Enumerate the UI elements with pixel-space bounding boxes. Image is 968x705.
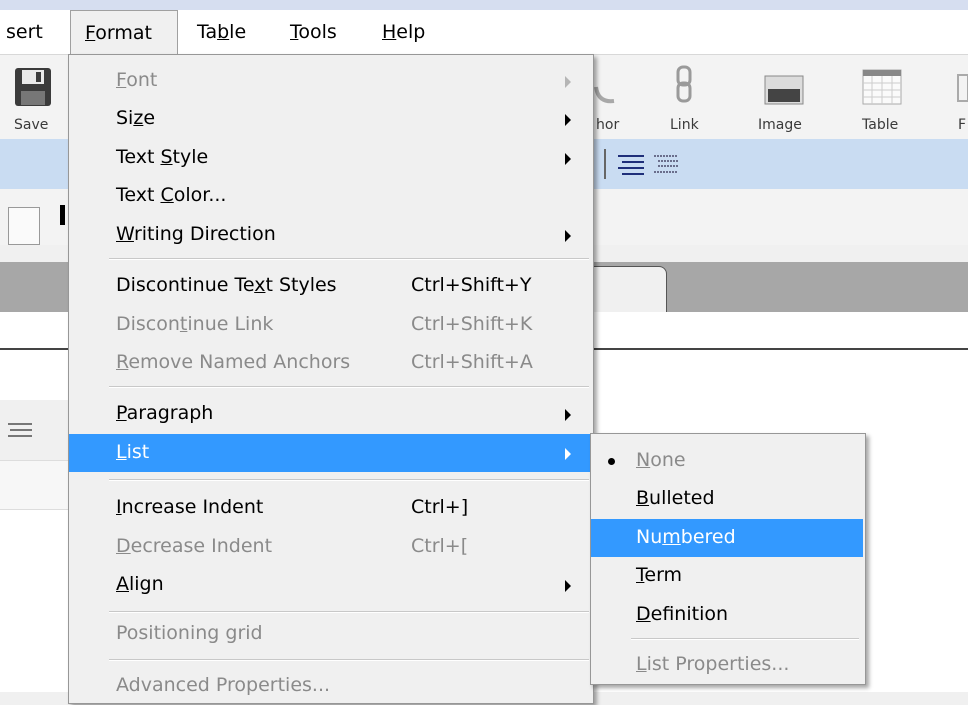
partial-button-label[interactable]: F — [958, 117, 966, 133]
submenu-arrow-icon — [565, 580, 571, 592]
outdent-icon[interactable] — [652, 153, 682, 179]
radio-bullet-icon — [608, 458, 615, 465]
menu-table[interactable]: Table — [197, 10, 246, 54]
menu-tools[interactable]: Tools — [290, 10, 337, 54]
shortcut-text: Ctrl+Shift+A — [411, 351, 533, 373]
submenu-arrow-icon — [565, 448, 571, 460]
list-submenu: None Bulleted Numbered Term Definition L… — [590, 433, 866, 685]
submenu-arrow-icon — [565, 230, 571, 242]
format-menu: Font Size Text Style Text Color... Writi… — [68, 54, 594, 704]
indent-icon[interactable] — [616, 153, 646, 179]
menu-item-advanced-properties[interactable]: Advanced Properties... — [69, 667, 593, 705]
link-icon[interactable] — [674, 65, 694, 109]
menu-separator — [109, 479, 589, 481]
submenu-arrow-icon — [565, 114, 571, 126]
anchor-icon[interactable] — [594, 83, 620, 111]
menu-item-text-style[interactable]: Text Style — [69, 139, 593, 177]
submenu-item-numbered[interactable]: Numbered — [591, 519, 863, 557]
menu-separator — [109, 611, 589, 613]
menu-help[interactable]: Help — [382, 10, 425, 54]
shortcut-text: Ctrl+Shift+Y — [411, 274, 532, 296]
menu-separator — [109, 386, 589, 388]
shortcut-text: Ctrl+Shift+K — [411, 313, 533, 335]
partial-toolbar-icon[interactable] — [956, 73, 968, 107]
menu-item-increase-indent[interactable]: Increase Indent Ctrl+] — [69, 489, 593, 527]
menu-separator — [631, 638, 859, 640]
style-dropdown[interactable] — [8, 207, 40, 245]
link-button-label[interactable]: Link — [670, 117, 699, 133]
menu-item-text-color[interactable]: Text Color... — [69, 177, 593, 215]
menu-format[interactable]: Format — [70, 10, 178, 54]
sidebar-tool-icon[interactable] — [6, 420, 36, 448]
save-button-label[interactable]: Save — [14, 117, 48, 133]
menu-item-discontinue-text-styles[interactable]: Discontinue Text Styles Ctrl+Shift+Y — [69, 267, 593, 305]
submenu-item-bulleted[interactable]: Bulleted — [591, 480, 863, 518]
menu-item-font[interactable]: Font — [69, 62, 593, 100]
menu-item-remove-named-anchors[interactable]: Remove Named Anchors Ctrl+Shift+A — [69, 344, 593, 382]
toolbar-divider — [604, 149, 606, 179]
menu-separator — [109, 258, 589, 260]
submenu-item-term[interactable]: Term — [591, 557, 863, 595]
save-icon[interactable] — [14, 67, 52, 111]
image-button-label[interactable]: Image — [758, 117, 802, 133]
menu-separator — [109, 659, 589, 661]
submenu-arrow-icon — [565, 76, 571, 88]
submenu-arrow-icon — [565, 409, 571, 421]
color-swatch[interactable] — [60, 205, 65, 225]
table-icon[interactable] — [862, 69, 902, 109]
menu-item-discontinue-link[interactable]: Discontinue Link Ctrl+Shift+K — [69, 306, 593, 344]
menu-item-positioning-grid[interactable]: Positioning grid — [69, 615, 593, 653]
menu-item-decrease-indent[interactable]: Decrease Indent Ctrl+[ — [69, 528, 593, 566]
menu-bar: sert Format Table Tools Help — [0, 10, 968, 55]
menu-item-writing-direction[interactable]: Writing Direction — [69, 216, 593, 254]
menu-insert[interactable]: sert — [6, 10, 43, 54]
menu-item-align[interactable]: Align — [69, 566, 593, 604]
submenu-item-definition[interactable]: Definition — [591, 596, 863, 634]
anchor-button-label[interactable]: hor — [596, 117, 619, 133]
submenu-item-list-properties[interactable]: List Properties... — [591, 646, 863, 684]
menu-item-paragraph[interactable]: Paragraph — [69, 395, 593, 433]
window-top-edge — [0, 0, 968, 10]
submenu-item-none[interactable]: None — [591, 442, 863, 480]
menu-item-size[interactable]: Size — [69, 100, 593, 138]
image-icon[interactable] — [764, 75, 804, 109]
shortcut-text: Ctrl+[ — [411, 535, 469, 557]
table-button-label[interactable]: Table — [862, 117, 898, 133]
shortcut-text: Ctrl+] — [411, 496, 469, 518]
menu-item-list[interactable]: List — [69, 434, 593, 472]
submenu-arrow-icon — [565, 153, 571, 165]
